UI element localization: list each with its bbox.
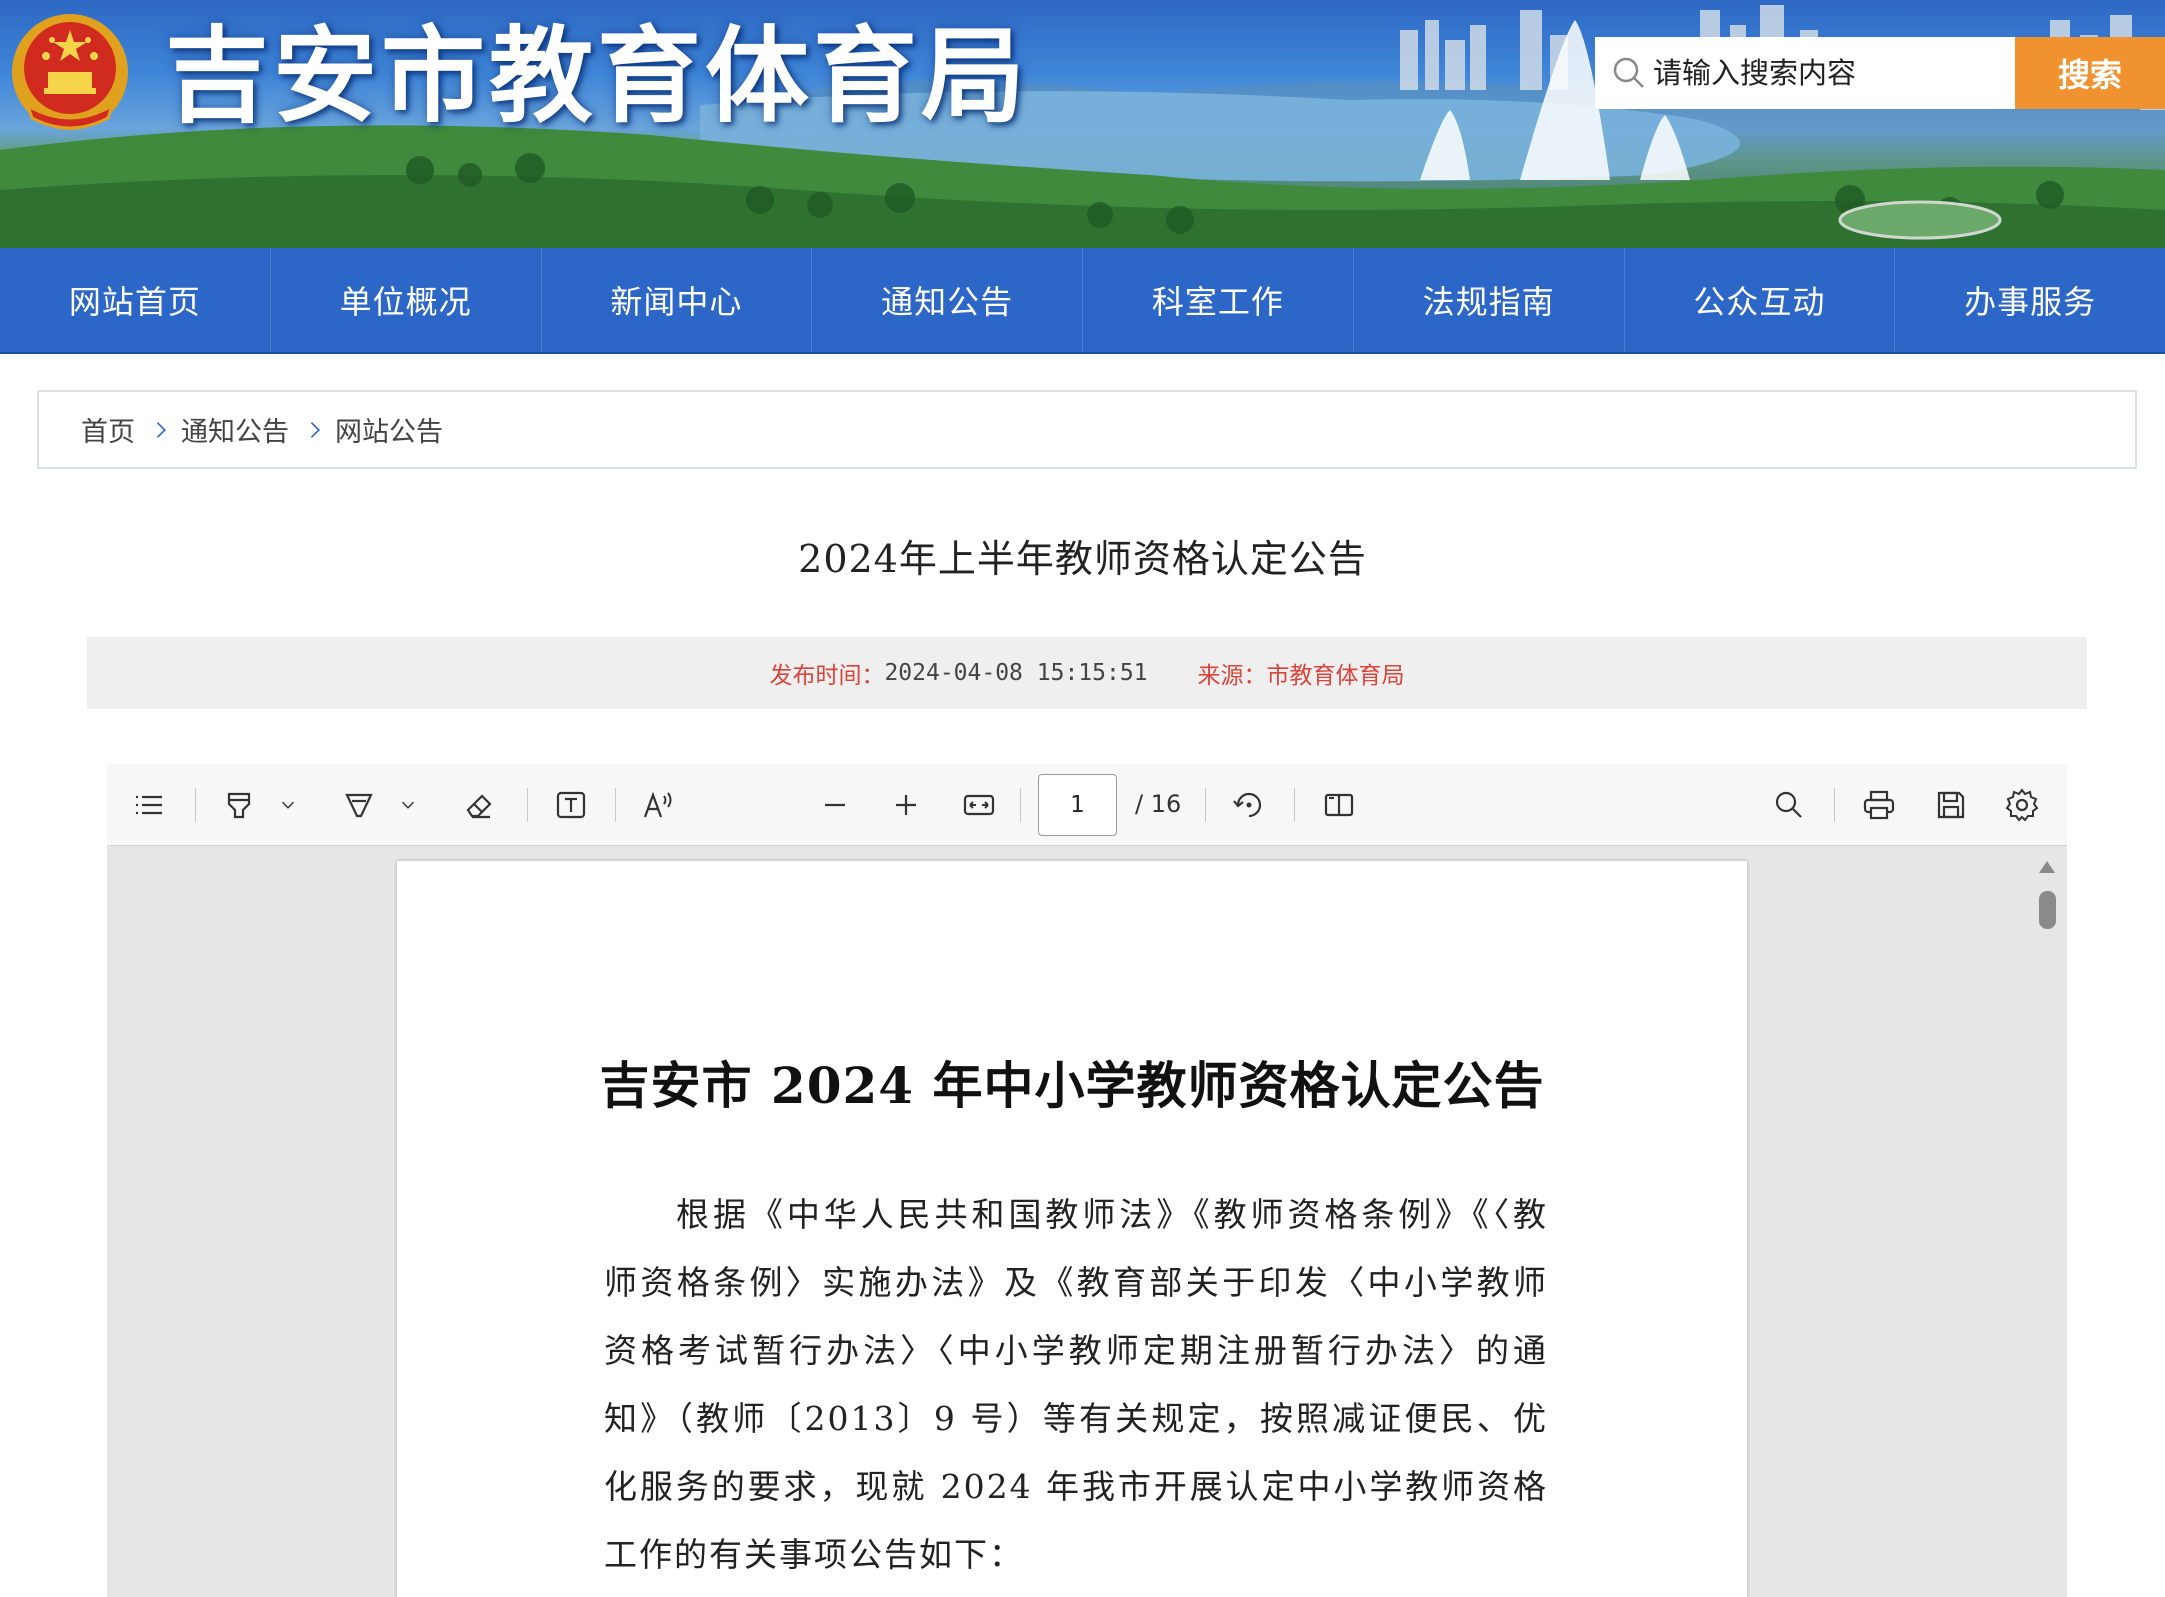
rotate-icon[interactable] <box>1227 783 1271 827</box>
article-meta: 发布时间： 2024-04-08 15:15:51 来源： 市教育体育局 <box>87 637 2087 709</box>
source-value: 市教育体育局 <box>1266 663 1405 689</box>
draw-icon[interactable] <box>337 783 381 827</box>
scroll-thumb[interactable] <box>2039 891 2056 929</box>
eraser-icon[interactable] <box>457 783 501 827</box>
site-title: 吉安市教育体育局 <box>165 15 1030 137</box>
site-banner: 吉安市教育体育局 搜索 <box>0 0 2165 248</box>
fit-width-icon[interactable] <box>957 783 1001 827</box>
breadcrumb-home-link[interactable]: 首页 <box>81 410 135 449</box>
search-button[interactable]: 搜索 <box>2015 37 2165 109</box>
print-icon[interactable] <box>1857 783 1901 827</box>
source-label: 来源： <box>1197 663 1267 689</box>
zoom-out-icon[interactable] <box>813 783 857 827</box>
chevron-right-icon <box>304 421 320 438</box>
pdf-toolbar: / 16 <box>107 764 2067 846</box>
contents-icon[interactable] <box>127 783 171 827</box>
nav-item-news[interactable]: 新闻中心 <box>542 248 813 352</box>
pdf-page: 吉安市 2024 年中小学教师资格认定公告 根据《中华人民共和国教师法》《教师资… <box>397 861 1747 1597</box>
scroll-up-arrow-icon[interactable] <box>2039 861 2055 873</box>
pdf-viewer: / 16 吉安市 2024 年中小学教师资格认定公告 根据《中华人民共和国教师法… <box>107 764 2067 1597</box>
nav-item-regulations[interactable]: 法规指南 <box>1354 248 1625 352</box>
breadcrumb-notices-link[interactable]: 通知公告 <box>181 410 289 449</box>
breadcrumb-site-announcements-link[interactable]: 网站公告 <box>335 410 443 449</box>
publish-time-label: 发布时间： <box>769 663 885 689</box>
document-line: 资格考试暂行办法〉〈中小学教师定期注册暂行办法〉的通 <box>604 1331 1548 1370</box>
zoom-in-icon[interactable] <box>884 783 928 827</box>
chevron-right-icon <box>150 421 166 438</box>
save-icon[interactable] <box>1929 783 1973 827</box>
article-title: 2024年上半年教师资格认定公告 <box>798 537 1367 581</box>
chevron-down-icon[interactable] <box>275 783 301 827</box>
document-line: 知》（教师〔2013〕9 号）等有关规定，按照减证便民、优 <box>604 1399 1548 1438</box>
document-title: 吉安市 2024 年中小学教师资格认定公告 <box>599 1056 1545 1115</box>
nav-item-departments[interactable]: 科室工作 <box>1083 248 1354 352</box>
search-box <box>1595 37 2020 109</box>
chevron-down-icon[interactable] <box>395 783 421 827</box>
document-line: 化服务的要求，现就 2024 年我市开展认定中小学教师资格 <box>604 1467 1548 1506</box>
highlight-icon[interactable] <box>217 783 261 827</box>
nav-item-services[interactable]: 办事服务 <box>1895 248 2165 352</box>
nav-item-interaction[interactable]: 公众互动 <box>1625 248 1896 352</box>
text-box-icon[interactable] <box>549 783 593 827</box>
page-number-input[interactable] <box>1038 774 1117 836</box>
nav-item-overview[interactable]: 单位概况 <box>271 248 542 352</box>
breadcrumb: 首页 通知公告 网站公告 <box>37 390 2137 469</box>
publish-time-value: 2024-04-08 15:15:51 <box>884 660 1148 686</box>
document-line: 师资格条例〉实施办法》及《教育部关于印发〈中小学教师 <box>604 1263 1548 1302</box>
search-icon[interactable] <box>1767 783 1811 827</box>
search-input[interactable] <box>1653 43 2020 103</box>
pdf-scrollbar[interactable] <box>2035 861 2059 1597</box>
main-nav: 网站首页 单位概况 新闻中心 通知公告 科室工作 法规指南 公众互动 办事服务 <box>0 248 2165 354</box>
nav-item-notices[interactable]: 通知公告 <box>812 248 1083 352</box>
page-view-icon[interactable] <box>1317 783 1361 827</box>
page-total: / 16 <box>1135 790 1182 818</box>
read-aloud-icon[interactable] <box>637 783 681 827</box>
document-line: 根据《中华人民共和国教师法》《教师资格条例》《〈教 <box>676 1195 1548 1234</box>
nav-item-home[interactable]: 网站首页 <box>0 248 271 352</box>
document-body: 根据《中华人民共和国教师法》《教师资格条例》《〈教 师资格条例〉实施办法》及《教… <box>604 1181 1548 1589</box>
settings-icon[interactable] <box>2000 783 2044 827</box>
national-emblem-icon <box>12 14 128 130</box>
document-line: 工作的有关事项公告如下： <box>604 1535 1024 1574</box>
search-icon <box>1613 57 1644 88</box>
